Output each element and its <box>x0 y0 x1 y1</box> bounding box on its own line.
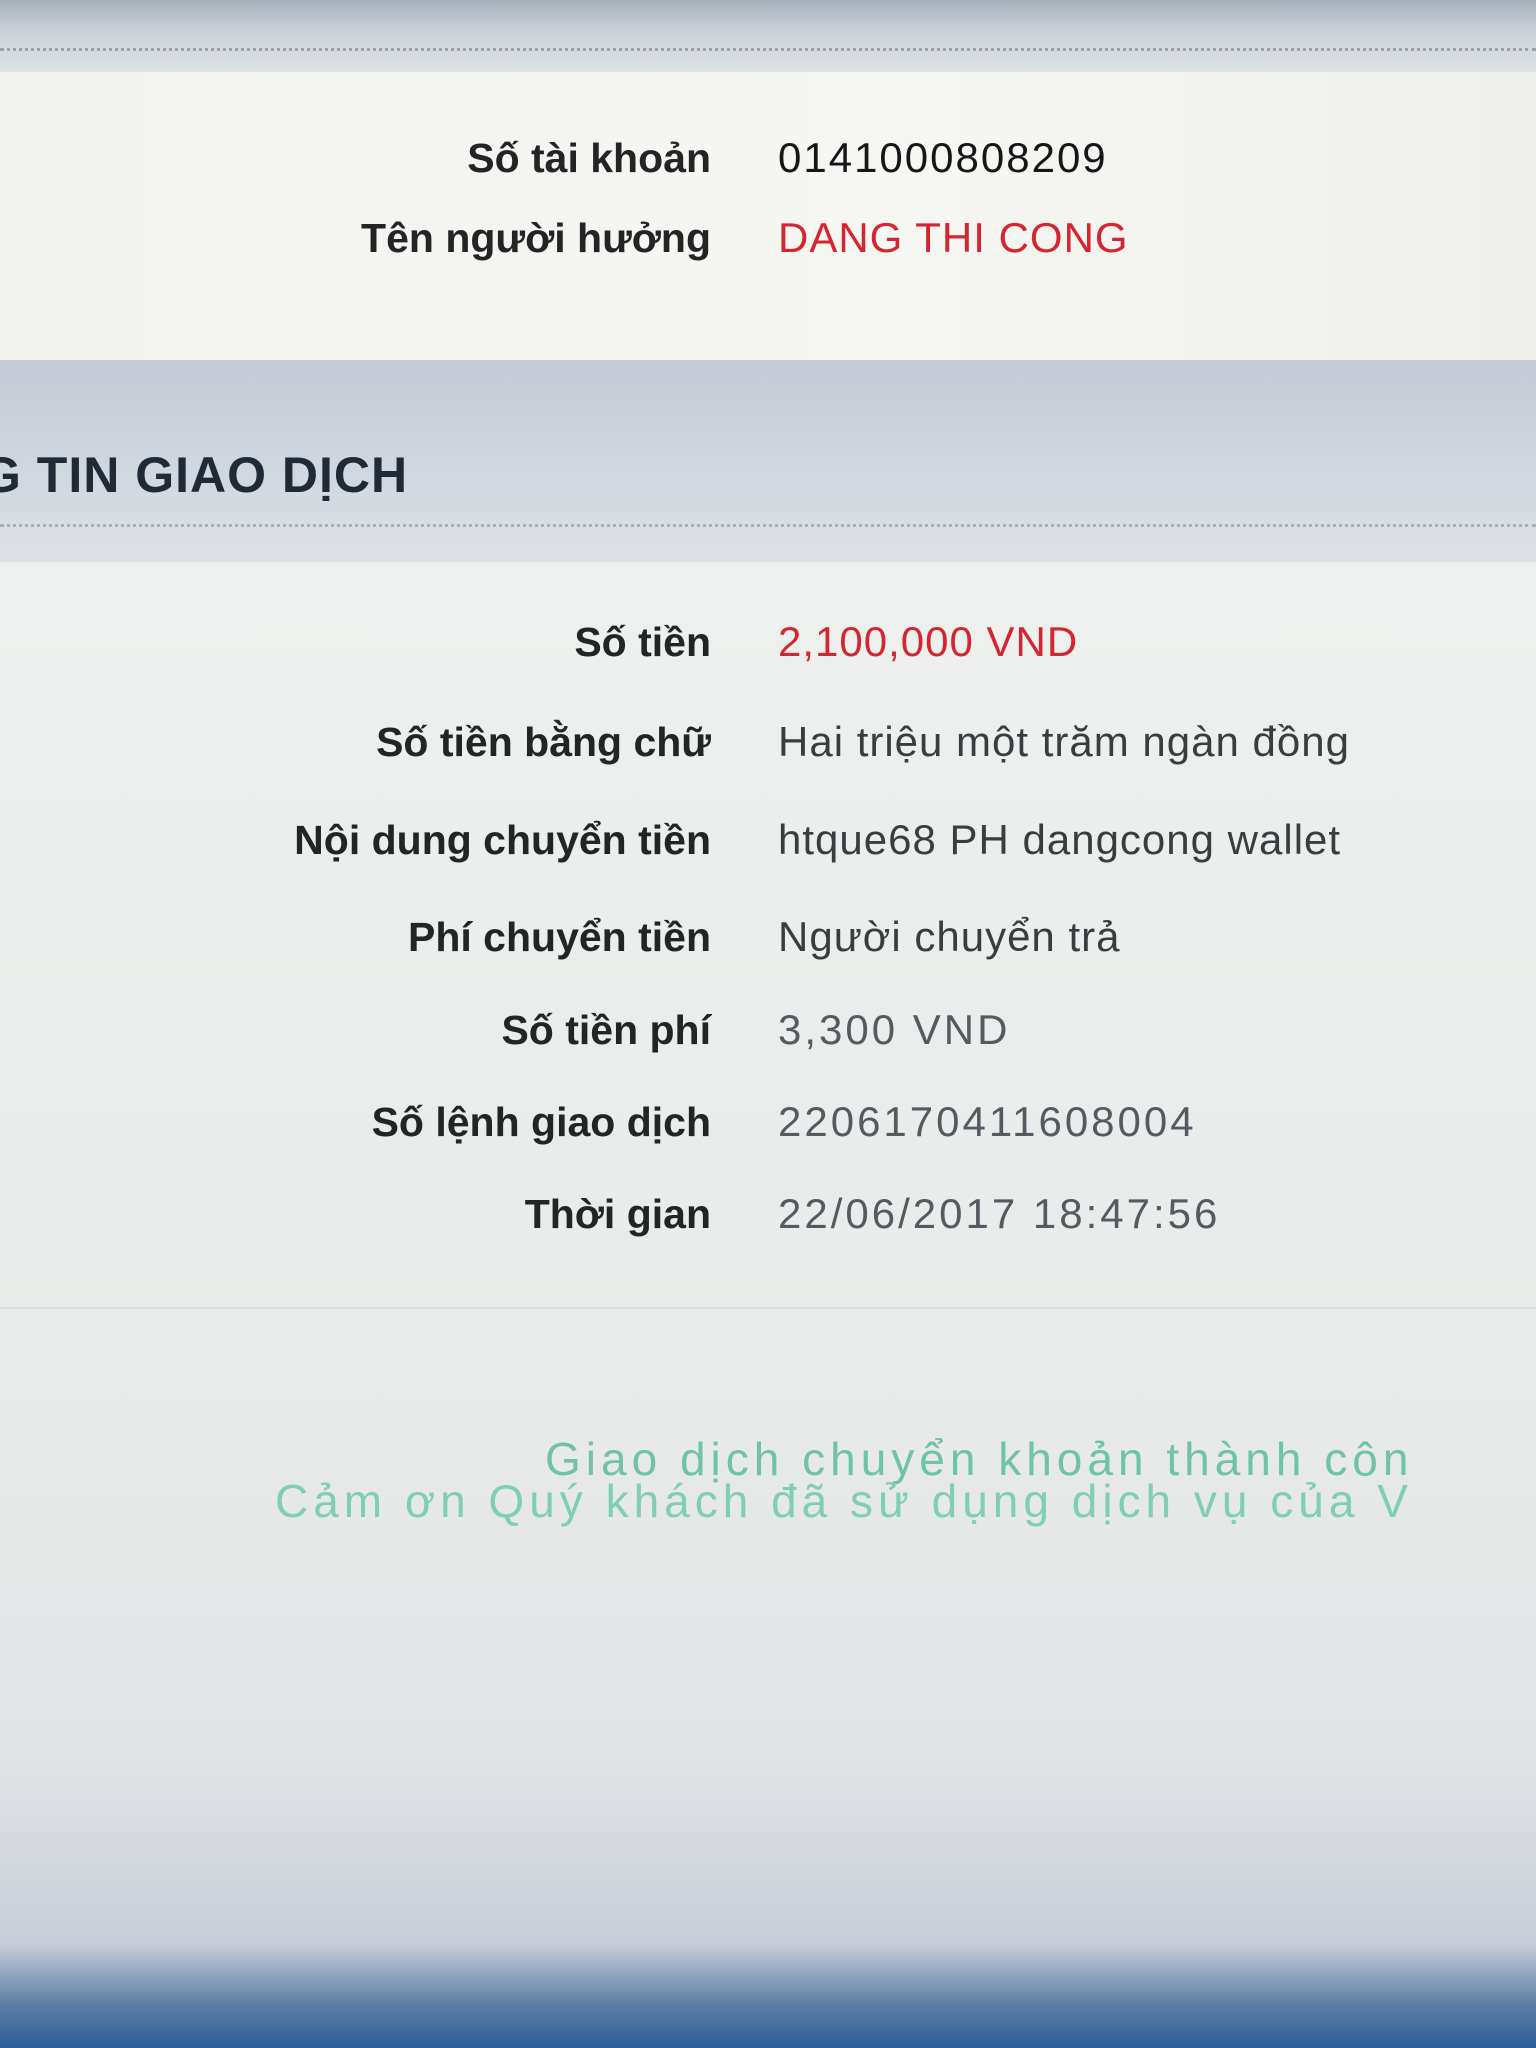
amount-row: Số tiền 2,100,000 VND <box>0 612 1536 672</box>
top-strip <box>0 0 1536 72</box>
fee-amount-label: Số tiền phí <box>501 1007 711 1053</box>
thanks-message: Cảm ơn Quý khách đã sử dụng dịch vụ của … <box>275 1475 1413 1527</box>
amount-in-words-value: Hai triệu một trăm ngàn đồng <box>778 718 1350 765</box>
beneficiary-name-row: Tên người hưởng DANG THI CONG <box>0 208 1536 268</box>
fee-payer-value: Người chuyển trả <box>778 913 1121 960</box>
account-number-label: Số tài khoản <box>467 135 711 181</box>
time-label: Thời gian <box>524 1191 711 1237</box>
amount-value: 2,100,000 VND <box>778 618 1079 665</box>
amount-in-words-label: Số tiền bằng chữ <box>376 719 711 765</box>
order-number-label: Số lệnh giao dịch <box>371 1099 711 1145</box>
amount-in-words-row: Số tiền bằng chữ Hai triệu một trăm ngàn… <box>0 712 1536 772</box>
time-row: Thời gian 22/06/2017 18:47:56 <box>0 1184 1536 1244</box>
transfer-content-label: Nội dung chuyển tiền <box>294 817 711 863</box>
fee-amount-value: 3,300 VND <box>778 1006 1011 1053</box>
transaction-panel: Số tiền 2,100,000 VND Số tiền bằng chữ H… <box>0 562 1536 2048</box>
divider <box>0 1307 1536 1309</box>
transfer-content-value: htque68 PH dangcong wallet <box>778 816 1342 863</box>
beneficiary-panel: Số tài khoản 0141000808209 Tên người hưở… <box>0 72 1536 362</box>
fee-amount-row: Số tiền phí 3,300 VND <box>0 1000 1536 1060</box>
amount-label: Số tiền <box>574 619 711 665</box>
transfer-content-row: Nội dung chuyển tiền htque68 PH dangcong… <box>0 810 1536 870</box>
account-number-row: Số tài khoản 0141000808209 <box>0 128 1536 188</box>
order-number-row: Số lệnh giao dịch 2206170411608004 <box>0 1092 1536 1152</box>
time-value: 22/06/2017 18:47:56 <box>778 1190 1221 1237</box>
section-title: G TIN GIAO DỊCH <box>0 447 409 503</box>
account-number-value: 0141000808209 <box>778 134 1108 181</box>
order-number-value: 2206170411608004 <box>778 1098 1197 1145</box>
fee-payer-label: Phí chuyển tiền <box>408 914 711 960</box>
fee-payer-row: Phí chuyển tiền Người chuyển trả <box>0 907 1536 967</box>
beneficiary-name-value: DANG THI CONG <box>778 214 1129 261</box>
transaction-section-header: G TIN GIAO DỊCH <box>0 362 1536 562</box>
beneficiary-name-label: Tên người hưởng <box>361 215 711 261</box>
